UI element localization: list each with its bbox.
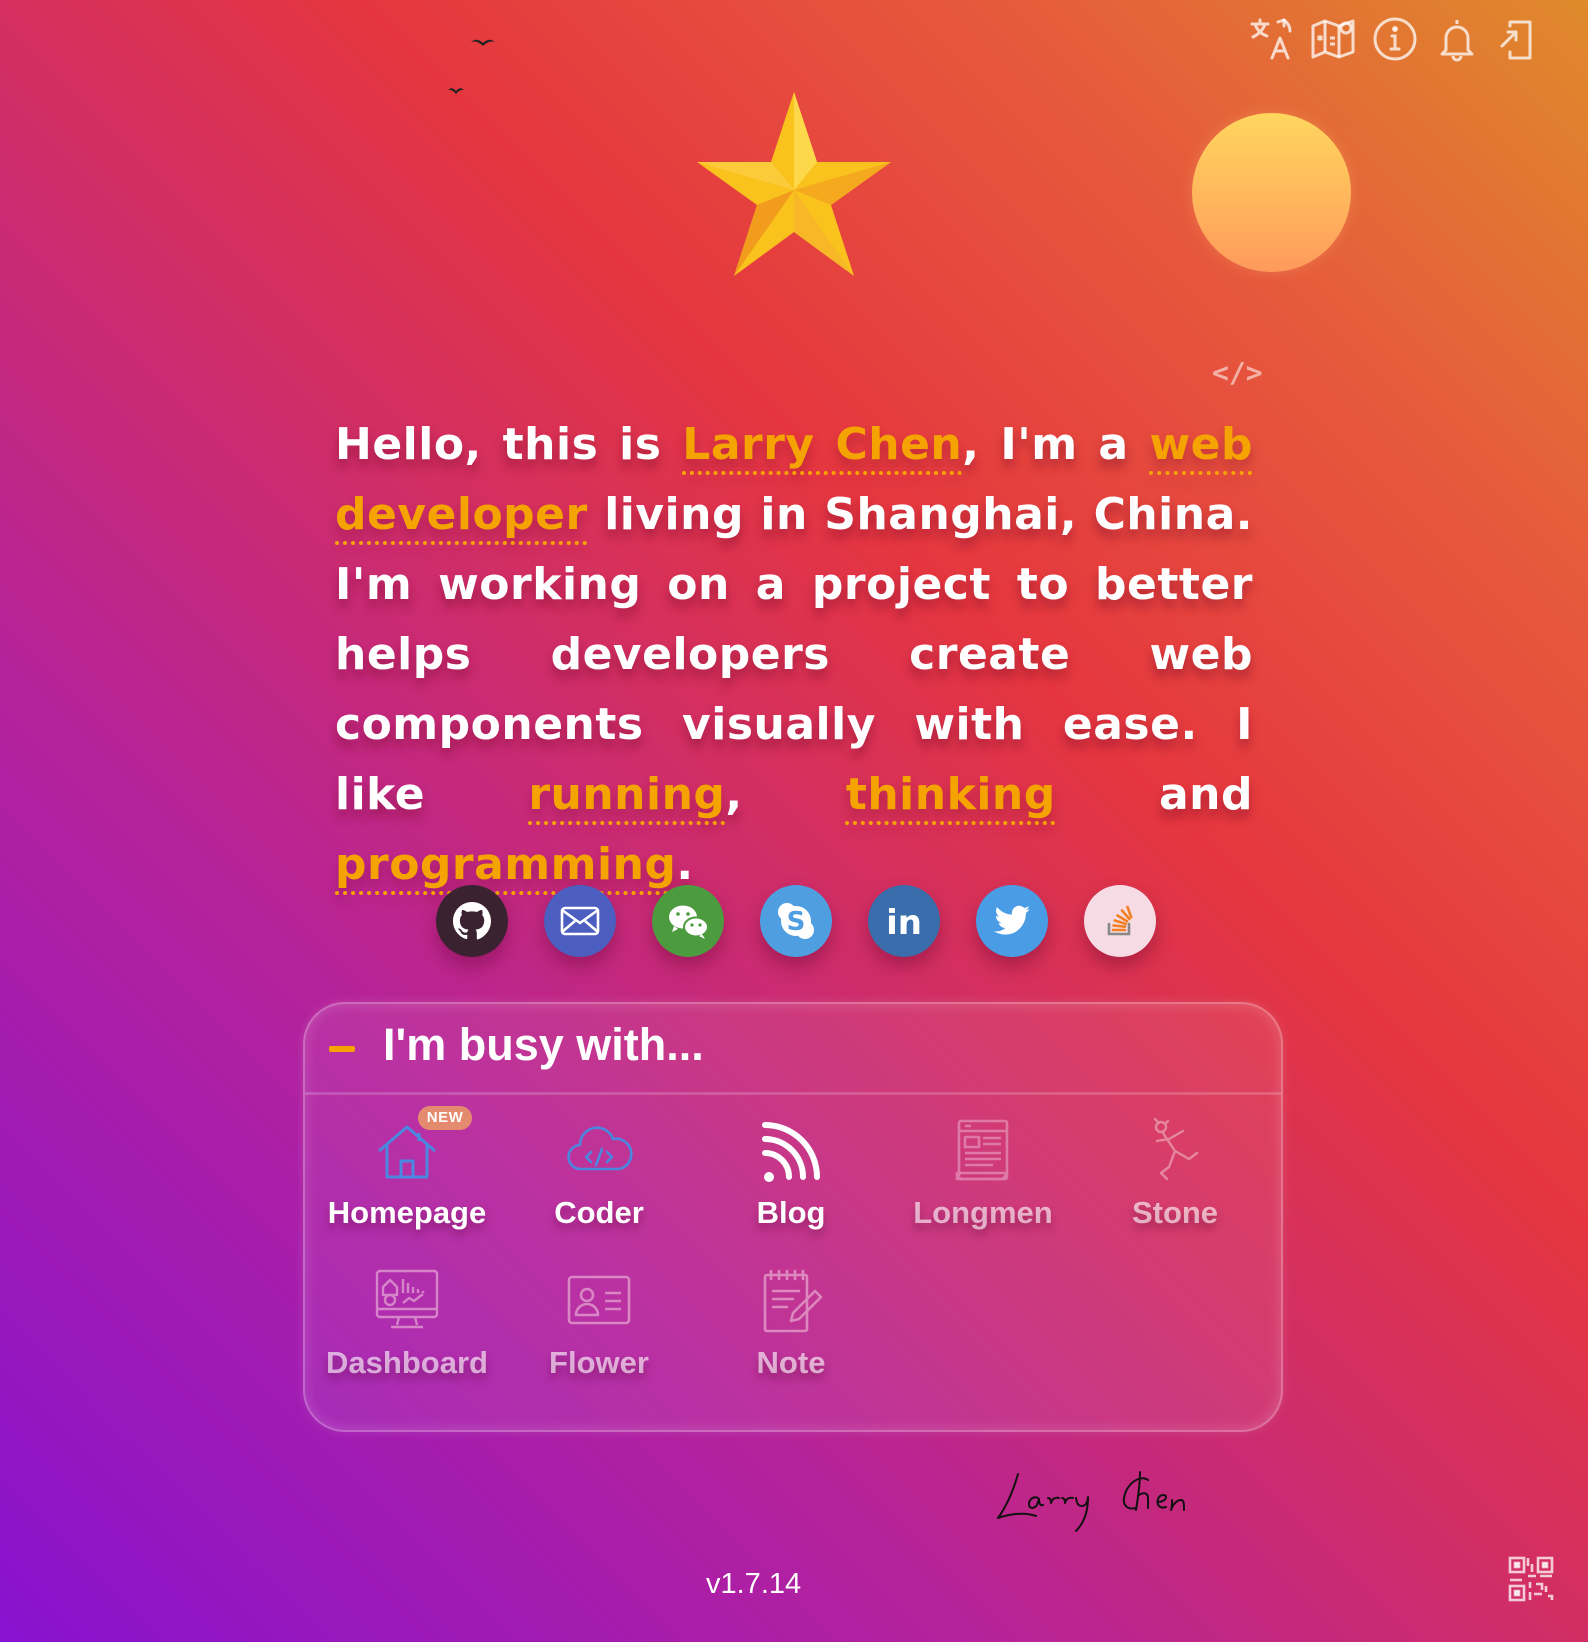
- project-blog[interactable]: Blog: [695, 1115, 887, 1231]
- mail-icon: [560, 906, 600, 936]
- name-link[interactable]: Larry Chen: [682, 419, 962, 470]
- linkedin-button[interactable]: in: [868, 885, 940, 957]
- translate-icon[interactable]: [1248, 14, 1294, 64]
- project-label: Blog: [756, 1195, 826, 1230]
- wechat-icon: [669, 905, 709, 939]
- star-icon: [697, 92, 891, 276]
- email-button[interactable]: [544, 885, 616, 957]
- qr-code-icon[interactable]: [1506, 1554, 1556, 1604]
- document-icon: [947, 1115, 1019, 1187]
- id-card-icon: [563, 1265, 635, 1337]
- login-icon[interactable]: [1496, 14, 1542, 64]
- project-coder[interactable]: Coder: [503, 1115, 695, 1231]
- project-label: Homepage: [327, 1195, 487, 1230]
- project-longmen[interactable]: Longmen: [887, 1115, 1079, 1231]
- intro-text: .: [676, 839, 694, 890]
- skype-button[interactable]: S: [760, 885, 832, 957]
- hobby-running-link[interactable]: running: [528, 769, 725, 820]
- notepad-icon: [755, 1265, 827, 1337]
- top-toolbar: [1248, 14, 1542, 64]
- version-label: v1.7.14: [706, 1568, 802, 1600]
- project-label: Flower: [549, 1345, 649, 1380]
- github-button[interactable]: [436, 885, 508, 957]
- project-label: Note: [756, 1345, 826, 1380]
- twitter-icon: [994, 905, 1030, 935]
- new-badge: NEW: [418, 1106, 472, 1130]
- svg-text:S: S: [787, 907, 806, 937]
- stackoverflow-icon: [1107, 905, 1133, 936]
- project-label: Stone: [1131, 1195, 1219, 1230]
- bird-icon: [471, 39, 495, 46]
- project-dashboard[interactable]: Dashboard: [311, 1265, 503, 1381]
- hobby-thinking-link[interactable]: thinking: [846, 769, 1056, 820]
- project-label: Coder: [554, 1195, 644, 1230]
- project-label: Dashboard: [326, 1345, 488, 1380]
- project-note[interactable]: Note: [695, 1265, 887, 1381]
- intro-text: , I'm a: [962, 419, 1129, 470]
- intro-text: and: [1158, 769, 1253, 820]
- stick-figure-icon: [1139, 1115, 1211, 1187]
- intro-text: ,: [725, 769, 743, 820]
- busy-card-header: I'm busy with...: [305, 1004, 1281, 1095]
- linkedin-icon: in: [886, 903, 922, 943]
- collapse-toggle[interactable]: [329, 1046, 355, 1052]
- github-icon: [453, 902, 491, 940]
- twitter-button[interactable]: [976, 885, 1048, 957]
- info-icon[interactable]: [1372, 14, 1418, 64]
- cloud-code-icon: [563, 1115, 635, 1187]
- map-icon[interactable]: [1310, 14, 1356, 64]
- rss-icon: [755, 1115, 827, 1187]
- project-flower[interactable]: Flower: [503, 1265, 695, 1381]
- project-label: Longmen: [913, 1195, 1053, 1230]
- project-homepage[interactable]: Homepage: [311, 1115, 503, 1231]
- skype-icon: S: [778, 903, 814, 939]
- hobby-programming-link[interactable]: programming: [335, 839, 676, 890]
- intro-text: Hello, this is: [335, 419, 662, 470]
- bell-icon[interactable]: [1434, 14, 1480, 64]
- svg-text:in: in: [886, 903, 922, 943]
- project-stone[interactable]: Stone: [1079, 1115, 1271, 1231]
- busy-card-title: I'm busy with...: [383, 1019, 704, 1070]
- intro-paragraph: Hello, this is Larry Chen, I'm a web dev…: [335, 410, 1253, 900]
- bird-icon: [448, 88, 464, 94]
- code-icon[interactable]: </>: [1212, 356, 1263, 389]
- wechat-button[interactable]: [652, 885, 724, 957]
- stackoverflow-button[interactable]: [1084, 885, 1156, 957]
- signature: [997, 1471, 1185, 1532]
- social-links: S in: [436, 885, 1156, 957]
- sun-decoration: [1192, 113, 1351, 272]
- monitor-chart-icon: [371, 1265, 443, 1337]
